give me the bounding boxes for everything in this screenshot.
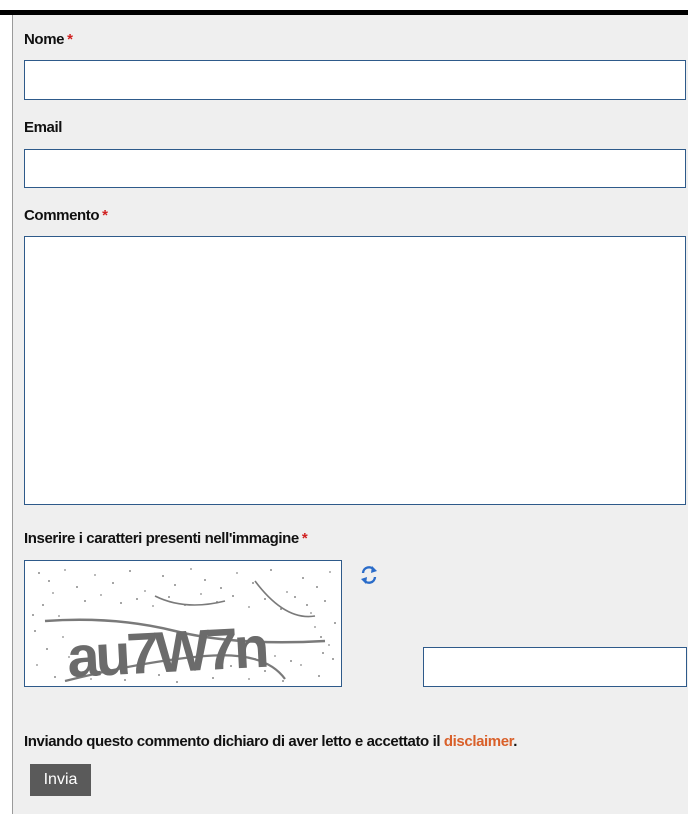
- disclaimer-suffix: .: [513, 733, 518, 750]
- name-field[interactable]: [24, 60, 686, 100]
- comment-form: Nome * Email Commento * Inserire i caratte…: [12, 15, 688, 814]
- captcha-noise-line: [254, 580, 316, 618]
- captcha-label-text: Inserire i caratteri presenti nell'immag…: [24, 530, 299, 547]
- comment-textarea[interactable]: [24, 236, 686, 505]
- name-label: Nome *: [24, 31, 73, 48]
- disclaimer-notice: Inviando questo commento dichiaro di ave…: [24, 733, 517, 750]
- disclaimer-link[interactable]: disclaimer: [444, 733, 514, 750]
- email-label-text: Email: [24, 119, 63, 136]
- email-field[interactable]: [24, 149, 686, 188]
- required-marker: *: [67, 31, 73, 48]
- comment-label-text: Commento: [24, 207, 100, 224]
- captcha-noise-line: [154, 595, 226, 606]
- email-label: Email: [24, 119, 62, 136]
- required-marker: *: [102, 207, 108, 224]
- name-label-text: Nome: [24, 31, 65, 48]
- comment-label: Commento *: [24, 207, 108, 224]
- captcha-characters: au7W7n: [65, 615, 267, 687]
- required-marker: *: [301, 530, 308, 547]
- disclaimer-prefix: Inviando questo commento dichiaro di ave…: [24, 733, 444, 750]
- captcha-label: Inserire i caratteri presenti nell'immag…: [24, 530, 308, 547]
- refresh-icon[interactable]: [360, 565, 378, 585]
- submit-button[interactable]: Invia: [30, 764, 91, 796]
- captcha-input[interactable]: [423, 647, 687, 687]
- captcha-image: au7W7n: [24, 560, 342, 687]
